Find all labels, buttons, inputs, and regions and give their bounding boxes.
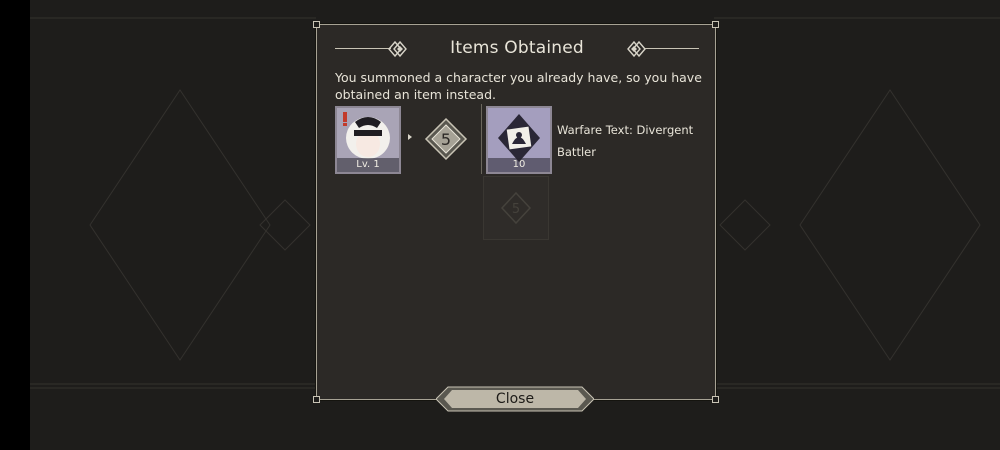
- corner-ornament: [313, 396, 320, 403]
- faded-rarity-value: 5: [512, 202, 520, 217]
- corner-ornament: [712, 396, 719, 403]
- close-button[interactable]: Close: [436, 386, 594, 412]
- vertical-divider: [481, 104, 482, 174]
- rarity-badge: 5: [424, 117, 468, 161]
- reward-item-name: Warfare Text: Divergent Battler: [557, 123, 694, 159]
- rarity-value: 5: [441, 130, 451, 149]
- character-card[interactable]: Lv. 1: [335, 106, 401, 174]
- item-quantity: 10: [488, 158, 550, 172]
- title-rule-right: [645, 48, 699, 49]
- corner-ornament: [712, 21, 719, 28]
- corner-ornament: [313, 21, 320, 28]
- character-level: Lv. 1: [337, 158, 399, 172]
- dialog-header: Items Obtained: [335, 37, 699, 61]
- diamond-ornament-icon: [627, 40, 646, 58]
- dialog-message: You summoned a character you already hav…: [335, 70, 702, 102]
- ghost-badge-slot: 5: [483, 176, 549, 240]
- arrow-right-icon: [408, 134, 412, 140]
- faded-rarity-badge: 5: [500, 191, 532, 225]
- reward-item-card[interactable]: 10: [486, 106, 552, 174]
- close-button-label: Close: [495, 391, 535, 407]
